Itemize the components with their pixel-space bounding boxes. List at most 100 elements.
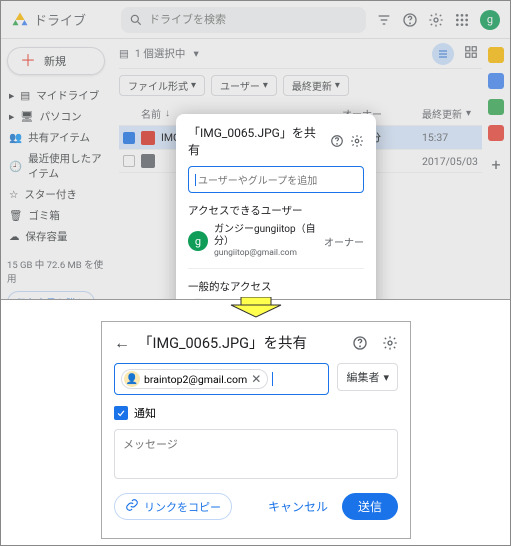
arrow-down-icon: ↓: [165, 108, 170, 119]
notify-checkbox[interactable]: [114, 406, 128, 420]
sidebar-item-trash[interactable]: 🗑 ゴミ箱: [7, 205, 105, 226]
image-file-icon: [141, 154, 155, 168]
sidebar-item-mydrive[interactable]: ▸▤マイドライブ: [7, 85, 105, 106]
column-name[interactable]: 名前: [141, 106, 161, 121]
general-access-heading: 一般的なアクセス: [188, 279, 364, 294]
chevron-down-icon: ▾: [383, 371, 389, 384]
calendar-addon-icon[interactable]: [488, 47, 504, 63]
modified-time: 15:37: [422, 131, 482, 144]
chip-label: ファイル形式: [128, 78, 188, 93]
chevron-down-icon: ▾: [335, 80, 340, 91]
new-button[interactable]: ＋ 新規: [7, 47, 105, 75]
text-cursor: [195, 174, 196, 186]
share-dialog-title: 「IMG_0065.JPG」を共有: [188, 124, 324, 158]
sidebar-item-computers[interactable]: ▸🖥パソコン: [7, 106, 105, 127]
column-modified[interactable]: 最終更新: [422, 106, 462, 121]
cancel-button[interactable]: キャンセル: [268, 498, 328, 515]
keep-addon-icon[interactable]: [488, 73, 504, 89]
message-placeholder: メッセージ: [123, 438, 178, 451]
search-box[interactable]: [121, 7, 366, 33]
search-icon: [129, 13, 143, 27]
copy-link-label: リンクをコピー: [144, 499, 221, 515]
access-heading: アクセスできるユーザー: [188, 203, 364, 218]
access-user-row: g ガンジーgungiitop（自分） gungiitop@gmail.com …: [188, 224, 364, 258]
sidebar-item-shared[interactable]: 👥 共有アイテム: [7, 127, 105, 148]
send-button[interactable]: 送信: [342, 493, 398, 520]
drive-product-name: ドライブ: [34, 10, 86, 29]
apps-icon[interactable]: [454, 12, 470, 28]
storage-usage: 15 GB 中 72.6 MB を使用: [7, 257, 105, 285]
input-placeholder: ユーザーやグループを追加: [198, 172, 317, 187]
recipient-email: braintop2@gmail.com: [144, 373, 247, 386]
role-dropdown[interactable]: 編集者 ▾: [337, 363, 398, 391]
filter-icon[interactable]: [376, 12, 392, 28]
chevron-down-icon[interactable]: ▾: [193, 47, 198, 60]
sidebar-item-label: スター付き: [24, 187, 77, 202]
link-icon: [125, 498, 139, 515]
help-icon[interactable]: [402, 12, 418, 28]
sidebar-item-starred[interactable]: ☆スター付き: [7, 184, 105, 205]
user-role: オーナー: [324, 234, 364, 249]
sidebar-item-label: マイドライブ: [36, 88, 99, 103]
checkbox-icon[interactable]: [123, 155, 135, 167]
share-dialog: 「IMG_0065.JPG」を共有 ユーザーやグループを追加 アクセスできるユー…: [176, 114, 376, 300]
message-input[interactable]: メッセージ: [114, 429, 398, 479]
chip-label: 最終更新: [292, 78, 332, 93]
recipient-input[interactable]: 👤 braintop2@gmail.com ✕: [114, 363, 329, 395]
grid-icon[interactable]: [464, 45, 478, 62]
recipient-chip[interactable]: 👤 braintop2@gmail.com ✕: [121, 369, 268, 389]
sidebar-item-label: 共有アイテム: [28, 130, 90, 145]
gear-icon[interactable]: [382, 335, 398, 351]
chip-filetype[interactable]: ファイル形式▾: [119, 75, 205, 96]
account-avatar[interactable]: g: [480, 10, 500, 30]
share-dialog-title: 「IMG_0065.JPG」を共有: [138, 332, 344, 353]
mydrive-icon: ▤: [20, 89, 30, 102]
share-dialog-step2: ← 「IMG_0065.JPG」を共有 👤 braintop2@gmail.co…: [101, 321, 411, 539]
chevron-down-icon: ▾: [263, 80, 268, 91]
contacts-addon-icon[interactable]: [488, 125, 504, 141]
sidebar-item-recent[interactable]: 🕘 最近使用したアイテム: [7, 148, 105, 184]
checkbox-icon[interactable]: [123, 132, 135, 144]
chevron-down-icon: ▾: [191, 80, 196, 91]
recent-icon: 🕘: [9, 160, 22, 173]
chevron-down-icon: ▾: [466, 108, 471, 119]
tasks-addon-icon[interactable]: [488, 99, 504, 115]
shared-icon: 👥: [9, 131, 22, 144]
chip-label: ユーザー: [220, 78, 260, 93]
recipient-avatar-icon: 👤: [124, 371, 140, 387]
user-name: ガンジーgungiitop（自分）: [214, 224, 318, 248]
side-panel: +: [482, 39, 510, 299]
flow-arrow-icon: [1, 297, 510, 321]
sidebar-item-label: ゴミ箱: [28, 208, 60, 223]
new-button-label: 新規: [44, 53, 66, 69]
back-arrow-icon[interactable]: ←: [114, 333, 130, 353]
text-cursor: [272, 372, 273, 386]
sidebar-item-label: 最近使用したアイテム: [28, 151, 103, 181]
drive-logo-icon: [11, 11, 29, 29]
help-icon[interactable]: [352, 335, 368, 351]
remove-chip-icon[interactable]: ✕: [251, 372, 261, 386]
drive-logo[interactable]: ドライブ: [11, 10, 111, 29]
sidebar-item-storage[interactable]: ☁保存容量: [7, 226, 105, 247]
trash-icon: 🗑: [9, 209, 22, 222]
copy-link-button[interactable]: リンクをコピー: [114, 493, 232, 520]
view-toggle-button[interactable]: [432, 43, 454, 65]
page-icon: ▤: [119, 47, 129, 60]
sidebar-item-label: パソコン: [40, 109, 82, 124]
notify-label: 通知: [134, 405, 156, 421]
plus-icon: ＋: [20, 53, 36, 69]
image-file-icon: [141, 131, 155, 145]
drive-header: ドライブ g: [1, 1, 510, 39]
gear-icon[interactable]: [428, 12, 444, 28]
search-input[interactable]: [149, 13, 358, 26]
user-avatar-icon: g: [188, 231, 208, 251]
help-icon[interactable]: [330, 134, 344, 148]
chevron-right-icon: ▸: [9, 110, 14, 123]
add-people-input[interactable]: ユーザーやグループを追加: [188, 166, 364, 193]
cloud-icon: ☁: [9, 230, 20, 243]
add-addon-icon[interactable]: +: [491, 155, 500, 174]
gear-icon[interactable]: [350, 134, 364, 148]
chip-modified[interactable]: 最終更新▾: [283, 75, 349, 96]
chip-user[interactable]: ユーザー▾: [211, 75, 277, 96]
modified-time: 2017/05/03: [422, 155, 482, 168]
